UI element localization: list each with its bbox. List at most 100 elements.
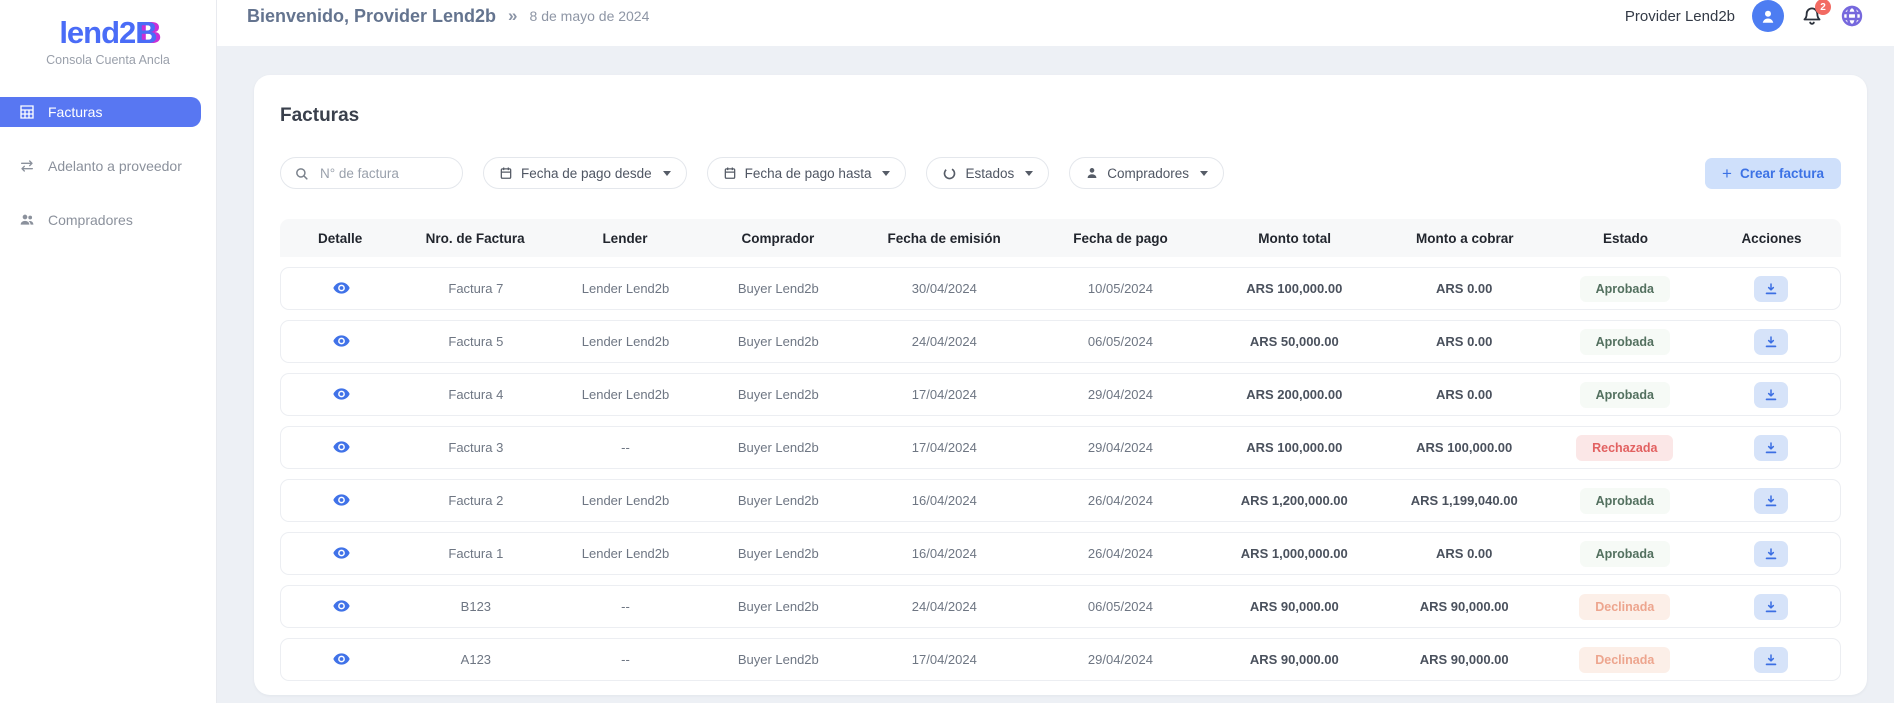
user-name: Provider Lend2b (1624, 7, 1735, 25)
view-detail-button[interactable] (331, 650, 352, 668)
download-icon (1764, 441, 1778, 455)
invoice-number: Factura 4 (448, 387, 504, 402)
filter-fecha-pago-hasta[interactable]: Fecha de pago hasta (706, 157, 907, 189)
view-detail-button[interactable] (331, 544, 352, 562)
sidebar-item-facturas[interactable]: Facturas (0, 97, 201, 128)
download-button[interactable] (1753, 328, 1788, 355)
filter-estados[interactable]: Estados (926, 157, 1050, 189)
filter-compradores[interactable]: Compradores (1069, 157, 1225, 189)
buyer-name: Buyer Lend2b (737, 334, 819, 349)
collectable-amount: ARS 0.00 (1436, 546, 1493, 561)
eye-icon (332, 281, 350, 295)
buyer-name: Buyer Lend2b (737, 387, 819, 402)
transfer-arrows-icon (19, 158, 35, 174)
table-row: Factura 4 Lender Lend2b Buyer Lend2b 17/… (280, 373, 1841, 416)
payment-date: 06/05/2024 (1087, 334, 1153, 349)
current-date: 8 de mayo de 2024 (529, 8, 650, 24)
view-detail-button[interactable] (331, 597, 352, 615)
buyer-name: Buyer Lend2b (737, 546, 819, 561)
sidebar-item-adelanto-a-proveedor[interactable]: Adelanto a proveedor (0, 151, 216, 181)
table-row: A123 -- Buyer Lend2b 17/04/2024 29/04/20… (280, 638, 1841, 681)
issue-date: 24/04/2024 (911, 599, 977, 614)
buyer-name: Buyer Lend2b (737, 652, 819, 667)
view-detail-button[interactable] (331, 438, 352, 456)
download-button[interactable] (1753, 487, 1788, 514)
status-badge: Declinada (1579, 593, 1671, 620)
buyer-name: Buyer Lend2b (737, 281, 819, 296)
download-icon (1764, 494, 1778, 508)
payment-date: 29/04/2024 (1087, 440, 1153, 455)
page-title: Facturas (280, 105, 360, 126)
filter-fecha-pago-desde[interactable]: Fecha de pago desde (483, 157, 687, 189)
download-icon (1764, 600, 1778, 614)
invoice-number: Factura 5 (448, 334, 504, 349)
view-detail-button[interactable] (331, 385, 352, 403)
eye-icon (332, 387, 350, 401)
column-header-acciones: Acciones (1741, 230, 1802, 246)
people-icon (19, 212, 35, 228)
table-row: Factura 3 -- Buyer Lend2b 17/04/2024 29/… (280, 426, 1841, 469)
collectable-amount: ARS 100,000.00 (1416, 440, 1513, 455)
app-window: lend2B Consola Cuenta Ancla Facturas Ade… (0, 0, 1894, 703)
main-area: Bienvenido, Provider Lend2b » 8 de mayo … (217, 0, 1894, 703)
download-button[interactable] (1753, 434, 1788, 461)
invoice-number: Factura 7 (448, 281, 504, 296)
user-avatar[interactable] (1752, 0, 1784, 32)
calendar-icon (723, 166, 737, 180)
eye-icon (332, 493, 350, 507)
collectable-amount: ARS 0.00 (1436, 334, 1493, 349)
buyer-name: Buyer Lend2b (737, 493, 819, 508)
download-button[interactable] (1753, 381, 1788, 408)
status-badge: Aprobada (1579, 328, 1670, 355)
chevron-down-icon (1025, 170, 1034, 176)
download-icon (1764, 653, 1778, 667)
notifications-button[interactable]: 2 (1801, 0, 1831, 27)
invoice-number: Factura 2 (448, 493, 504, 508)
issue-date: 24/04/2024 (911, 334, 977, 349)
sidebar-nav: Facturas Adelanto a proveedor Compradore… (0, 97, 216, 235)
status-badge: Aprobada (1579, 381, 1670, 408)
sidebar-item-label: Facturas (48, 104, 103, 121)
create-invoice-button[interactable]: + Crear factura (1705, 157, 1841, 189)
download-button[interactable] (1753, 275, 1788, 302)
column-header-estado: Estado (1603, 230, 1649, 246)
view-detail-button[interactable] (331, 491, 352, 509)
buyer-name: Buyer Lend2b (737, 440, 819, 455)
total-amount: ARS 50,000.00 (1249, 334, 1339, 349)
search-icon (294, 166, 309, 181)
plus-icon: + (1722, 163, 1732, 183)
buyer-name: Buyer Lend2b (737, 599, 819, 614)
total-amount: ARS 100,000.00 (1246, 281, 1343, 296)
table-row: B123 -- Buyer Lend2b 24/04/2024 06/05/20… (280, 585, 1841, 628)
status-badge: Declinada (1579, 646, 1671, 673)
column-header-detalle: Detalle (317, 230, 363, 246)
table-header: Detalle Nro. de Factura Lender Comprador… (280, 219, 1841, 257)
column-header-comprador: Comprador (741, 230, 815, 246)
view-detail-button[interactable] (331, 332, 352, 350)
filters-bar: Fecha de pago desde Fecha de pago hasta (280, 157, 1841, 189)
lender-name: Lender Lend2b (581, 387, 670, 402)
filter-label: Estados (965, 165, 1015, 181)
total-amount: ARS 90,000.00 (1249, 652, 1339, 667)
language-globe-button[interactable] (1840, 4, 1864, 28)
download-button[interactable] (1753, 593, 1788, 620)
topbar-actions: Provider Lend2b 2 (1625, 0, 1864, 32)
column-header-nro-factura: Nro. de Factura (425, 230, 525, 246)
table-row: Factura 1 Lender Lend2b Buyer Lend2b 16/… (280, 532, 1841, 575)
content-area: Facturas Fecha de pago desde (217, 46, 1894, 703)
payment-date: 26/04/2024 (1087, 546, 1153, 561)
filter-label: Fecha de pago hasta (744, 165, 872, 181)
collectable-amount: ARS 90,000.00 (1419, 599, 1509, 614)
lender-name: Lender Lend2b (581, 493, 670, 508)
column-header-lender: Lender (602, 230, 648, 246)
invoice-search[interactable] (280, 157, 463, 189)
download-button[interactable] (1753, 646, 1788, 673)
total-amount: ARS 100,000.00 (1246, 440, 1343, 455)
search-input[interactable] (318, 164, 449, 182)
sidebar-item-compradores[interactable]: Compradores (0, 205, 216, 235)
view-detail-button[interactable] (331, 279, 352, 297)
download-icon (1764, 388, 1778, 402)
download-button[interactable] (1753, 540, 1788, 567)
brand-subtitle: Consola Cuenta Ancla (46, 53, 170, 68)
download-icon (1764, 282, 1778, 296)
